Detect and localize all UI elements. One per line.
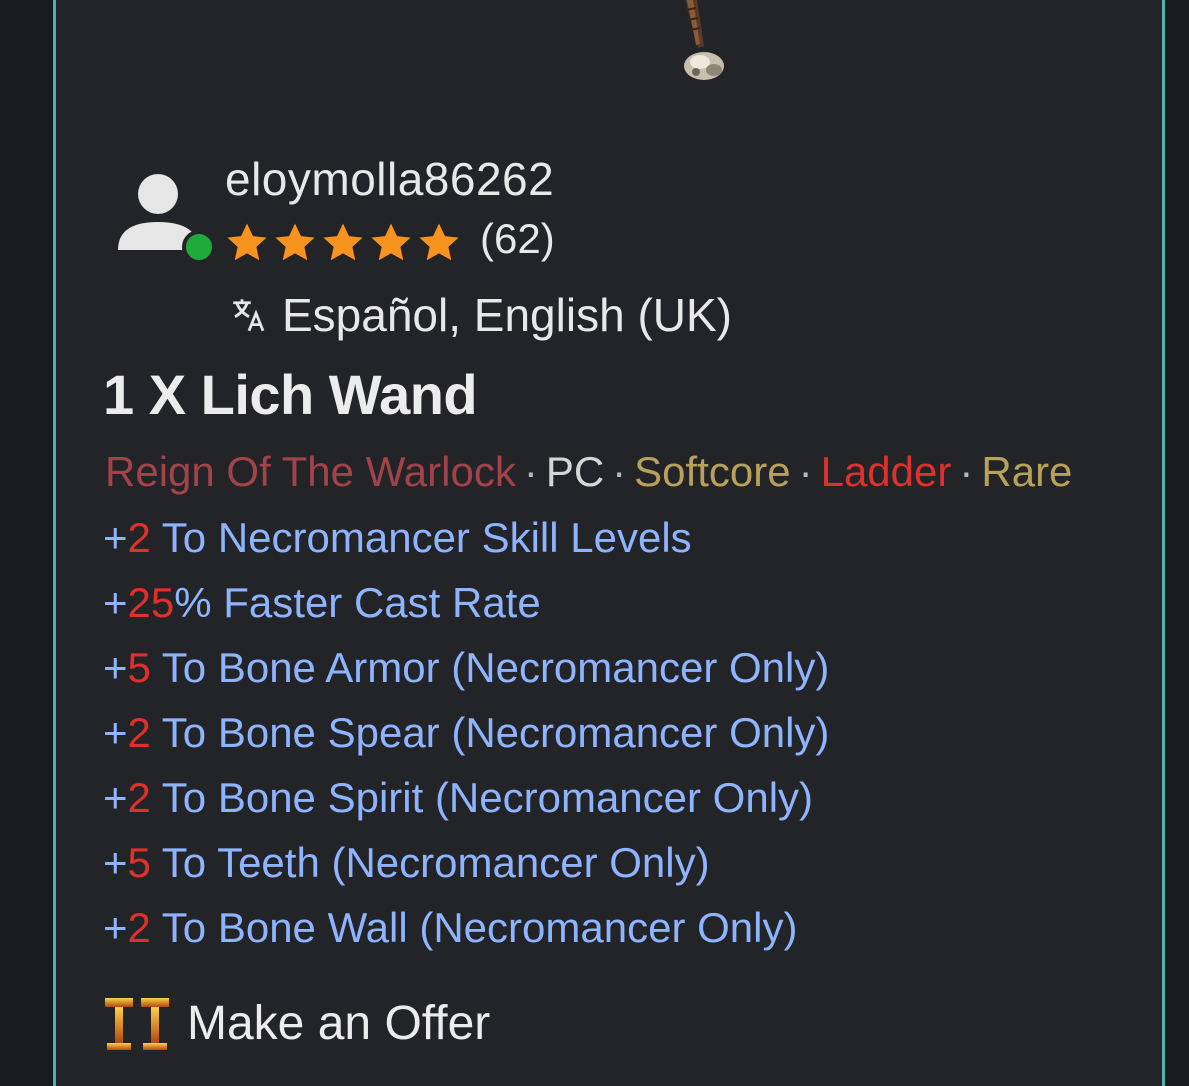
stat-number: 5 [127,839,151,886]
stat-text: To Bone Spirit (Necromancer Only) [150,774,814,821]
star-icon [275,223,315,261]
item-stat: +2 To Necromancer Skill Levels [103,514,692,562]
tag-mode: Reign Of The Warlock [105,448,516,495]
seller-languages: Español, English (UK) [228,288,732,342]
stat-prefix: + [103,644,128,691]
item-stat: +2 To Bone Spear (Necromancer Only) [103,709,829,757]
tag-ladder: Ladder [820,448,952,495]
star-icon [419,223,459,261]
make-offer-label[interactable]: Make an Offer [187,996,490,1051]
item-stat: +5 To Bone Armor (Necromancer Only) [103,644,829,692]
stat-text: % Faster Cast Rate [174,579,541,626]
tag-platform: PC [545,448,605,495]
stat-prefix: + [103,709,128,756]
stat-prefix: + [103,904,128,951]
seller-username[interactable]: eloymolla86262 [225,152,554,206]
tag-rarity: Rare [981,448,1073,495]
stat-number: 2 [127,774,151,821]
online-status-indicator [182,230,216,264]
item-stat: +2 To Bone Spirit (Necromancer Only) [103,774,813,822]
seller-rating-stars [224,219,464,267]
stat-number: 25 [127,579,175,626]
tag-core: Softcore [634,448,791,495]
stat-text: To Bone Wall (Necromancer Only) [150,904,798,951]
stat-number: 5 [127,644,151,691]
stat-number: 2 [127,514,151,561]
stat-prefix: + [103,839,128,886]
listing-tags: Reign Of The Warlock · PC · Softcore · Ladder ·… [105,448,1072,496]
star-icon [323,223,363,261]
stat-number: 2 [127,709,151,756]
stat-number: 2 [127,904,151,951]
translate-icon [233,299,265,332]
item-stat: +25% Faster Cast Rate [103,579,541,627]
tag-separator: · [798,448,813,495]
stat-prefix: + [103,514,128,561]
stat-text: To Bone Armor (Necromancer Only) [150,644,830,691]
stat-prefix: + [103,579,128,626]
lich-wand-image [684,0,724,80]
item-stat: +5 To Teeth (Necromancer Only) [103,839,710,887]
languages-text: Español, English (UK) [282,289,732,341]
stat-prefix: + [103,774,128,821]
tag-separator: · [523,448,538,495]
auction-hammer-icon [105,998,169,1050]
stat-text: To Bone Spear (Necromancer Only) [150,709,830,756]
tag-separator: · [959,448,974,495]
listing-title: 1 X Lich Wand [103,363,478,426]
rating-count[interactable]: (62) [480,215,555,263]
stat-text: To Necromancer Skill Levels [150,514,692,561]
item-stat: +2 To Bone Wall (Necromancer Only) [103,904,797,952]
star-icon [227,223,267,261]
star-icon [371,223,411,261]
stat-text: To Teeth (Necromancer Only) [150,839,710,886]
make-offer-button[interactable]: Make an Offer [103,994,490,1052]
tag-separator: · [612,448,627,495]
